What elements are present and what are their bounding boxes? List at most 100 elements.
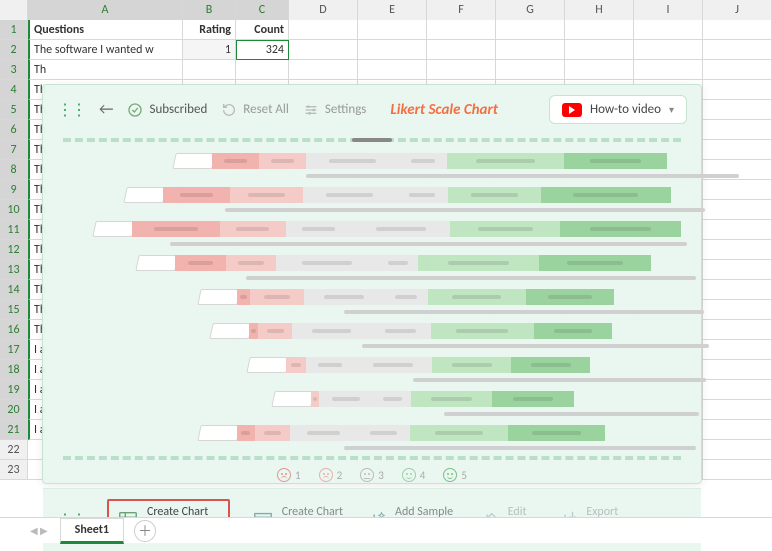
cell-I1[interactable] [634,20,703,40]
row-header-1[interactable]: 1 [0,20,28,40]
row-header-19[interactable]: 19 [0,380,28,400]
cell-J14[interactable] [703,280,772,300]
col-header-G[interactable]: G [496,0,565,21]
drag-grip-icon[interactable]: ⋮⋮ [57,100,85,120]
cell-A3[interactable]: Th [28,60,183,80]
row-header-8[interactable]: 8 [0,160,28,180]
cell-E2[interactable] [358,40,427,60]
cell-J12[interactable] [703,240,772,260]
row-header-21[interactable]: 21 [0,420,28,440]
col-header-E[interactable]: E [358,0,427,21]
cell-J22[interactable] [703,440,772,460]
cell-J5[interactable] [703,100,772,120]
cell-H1[interactable] [565,20,634,40]
cell-J19[interactable] [703,380,772,400]
cell-J6[interactable] [703,120,772,140]
bar-slider [362,344,709,348]
cell-J13[interactable] [703,260,772,280]
row-header-9[interactable]: 9 [0,180,28,200]
row-header-2[interactable]: 2 [0,40,28,60]
row-header-13[interactable]: 13 [0,260,28,280]
cell-J4[interactable] [703,80,772,100]
cell-D1[interactable] [289,20,358,40]
col-header-H[interactable]: H [565,0,634,21]
tab-nav-arrows[interactable]: ◀ ▶ [30,524,48,537]
col-header-F[interactable]: F [427,0,496,21]
col-header-C[interactable]: C [236,0,289,21]
cell-B2[interactable]: 1 [183,40,236,60]
row-header-20[interactable]: 20 [0,400,28,420]
subscribed-button[interactable]: Subscribed [127,102,207,118]
cell-C2[interactable]: 324 [236,40,289,60]
row-header-18[interactable]: 18 [0,360,28,380]
cell-J2[interactable] [703,40,772,60]
row-header-16[interactable]: 16 [0,320,28,340]
bar-seg [431,323,535,339]
sheet-tab[interactable]: Sheet1 [60,518,124,544]
cell-I2[interactable] [634,40,703,60]
cell-B1[interactable]: Rating [183,20,236,40]
reset-icon [221,102,237,118]
cell-F2[interactable] [427,40,496,60]
cell-C3[interactable] [236,60,289,80]
cell-J7[interactable] [703,140,772,160]
cell-J10[interactable] [703,200,772,220]
cell-G3[interactable] [496,60,565,80]
row-header-3[interactable]: 3 [0,60,28,80]
cell-J23[interactable] [703,460,772,480]
cell-F3[interactable] [427,60,496,80]
cell-G2[interactable] [496,40,565,60]
row-header-7[interactable]: 7 [0,140,28,160]
cell-J20[interactable] [703,400,772,420]
cell-E3[interactable] [358,60,427,80]
row-header-23[interactable]: 23 [0,460,28,480]
cell-A2[interactable]: The software I wanted w [28,40,183,60]
row-header-5[interactable]: 5 [0,100,28,120]
cell-E1[interactable] [358,20,427,40]
cell-J21[interactable] [703,420,772,440]
row-header-12[interactable]: 12 [0,240,28,260]
col-header-A[interactable]: A [28,0,183,21]
back-icon[interactable]: ← [99,100,113,119]
row-header-6[interactable]: 6 [0,120,28,140]
row-header-22[interactable]: 22 [0,440,28,460]
col-header-B[interactable]: B [183,0,236,21]
row-header-14[interactable]: 14 [0,280,28,300]
cell-H2[interactable] [565,40,634,60]
col-header-D[interactable]: D [289,0,358,21]
settings-button[interactable]: Settings [303,102,367,118]
row-header-10[interactable]: 10 [0,200,28,220]
bar-seg [383,289,427,305]
cell-B3[interactable] [183,60,236,80]
row-header-11[interactable]: 11 [0,220,28,240]
row-header-4[interactable]: 4 [0,80,28,100]
cell-J11[interactable] [703,220,772,240]
cell-H3[interactable] [565,60,634,80]
cell-I3[interactable] [634,60,703,80]
chart-preview [43,146,701,452]
cell-J9[interactable] [703,180,772,200]
cell-D2[interactable] [289,40,358,60]
sheet-tab-bar: ◀ ▶ Sheet1 ＋ [0,517,772,543]
col-header-J[interactable]: J [703,0,772,21]
reset-button[interactable]: Reset All [221,102,289,118]
cell-J1[interactable] [703,20,772,40]
select-all-corner[interactable] [0,0,28,21]
bar-label-icon [135,255,178,271]
cell-J16[interactable] [703,320,772,340]
row-header-15[interactable]: 15 [0,300,28,320]
howto-video-button[interactable]: How-to video ▾ [549,95,687,124]
cell-A1[interactable]: Questions [28,20,183,40]
cell-D3[interactable] [289,60,358,80]
new-sheet-button[interactable]: ＋ [134,520,156,542]
cell-F1[interactable] [427,20,496,40]
preview-bar-9 [199,422,681,444]
cell-C1[interactable]: Count [236,20,289,40]
cell-J15[interactable] [703,300,772,320]
cell-G1[interactable] [496,20,565,40]
col-header-I[interactable]: I [634,0,703,21]
cell-J17[interactable] [703,340,772,360]
cell-J3[interactable] [703,60,772,80]
row-header-17[interactable]: 17 [0,340,28,360]
cell-J18[interactable] [703,360,772,380]
